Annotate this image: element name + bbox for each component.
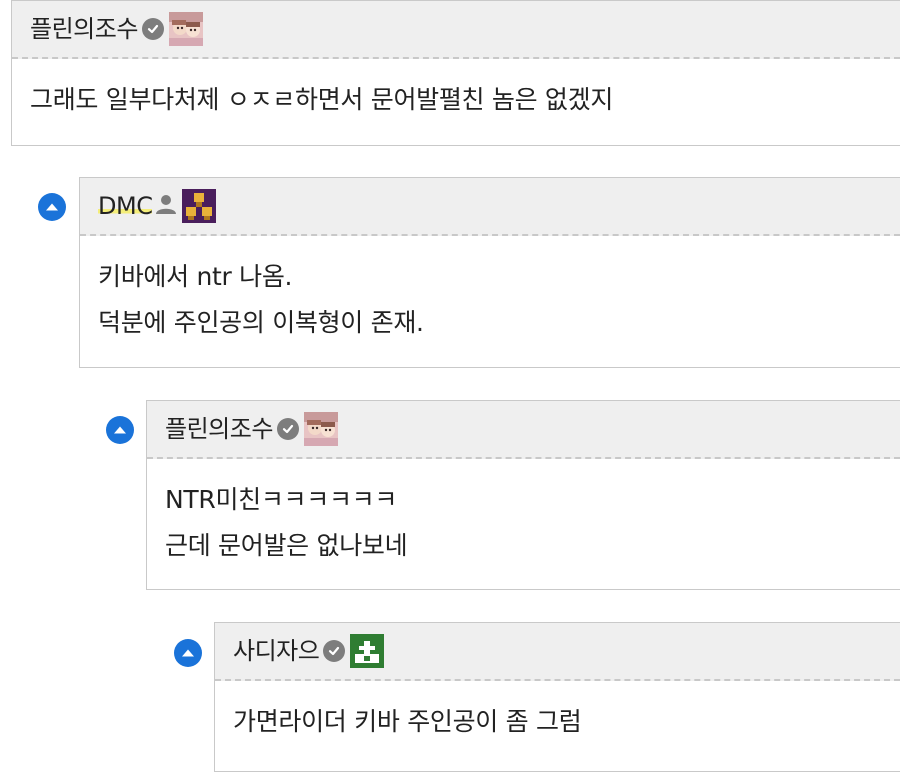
person-icon (155, 193, 177, 219)
comment-card: 플린의조수 그래도 일부다처제 ㅇㅈㄹ하면서 문어발펼친 놈은 없겠지 (11, 0, 900, 146)
comment-body: 그래도 일부다처제 ㅇㅈㄹ하면서 문어발펼친 놈은 없겠지 (12, 59, 900, 123)
anime-girl-avatar[interactable] (303, 412, 338, 446)
collapse-button[interactable] (38, 193, 66, 221)
comment-line: 그래도 일부다처제 ㅇㅈㄹ하면서 문어발펼친 놈은 없겠지 (30, 85, 614, 114)
check-circle-icon (276, 418, 299, 440)
comment-card: DMC 키바에서 ntr 나옴. 덕분에 주인공의 이복형이 존재. (79, 177, 900, 368)
comment-body: 키바에서 ntr 나옴. 덕분에 주인공의 이복형이 존재. (80, 236, 900, 346)
caret-up-icon (182, 649, 194, 657)
comment-body: NTR미친ㅋㅋㅋㅋㅋㅋ 근데 문어발은 없나보네 (147, 459, 900, 569)
comment-header: DMC (80, 178, 900, 236)
check-circle-icon (323, 640, 346, 662)
caret-up-icon (114, 426, 126, 434)
comment-line: 가면라이더 키바 주인공이 좀 그럼 (233, 707, 582, 736)
caret-up-icon (46, 203, 58, 211)
comment-line: NTR미친ㅋㅋㅋㅋㅋㅋ (165, 485, 398, 514)
comment-card: 사디자으 가면라이더 키바 주인공이 좀 그럼 (214, 622, 900, 772)
check-circle-icon (141, 18, 164, 40)
comment-header: 플린의조수 (147, 401, 900, 459)
anime-girl-avatar[interactable] (168, 12, 203, 46)
comment-card: 플린의조수 NTR미친ㅋㅋㅋㅋㅋㅋ 근데 문어발은 없나보네 (146, 400, 900, 590)
comment-author[interactable]: 사디자으 (233, 639, 320, 663)
comment-header: 플린의조수 (12, 1, 900, 59)
comment-body: 가면라이더 키바 주인공이 좀 그럼 (215, 681, 900, 745)
comment-author[interactable]: 플린의조수 (165, 417, 273, 441)
comment-line: 덕분에 주인공의 이복형이 존재. (98, 308, 424, 337)
comment-author[interactable]: DMC (98, 194, 153, 218)
pixel-pyramid-avatar[interactable] (182, 189, 217, 223)
collapse-button[interactable] (174, 639, 202, 667)
comment-line: 키바에서 ntr 나옴. (98, 262, 293, 291)
pixel-green-avatar[interactable] (350, 634, 385, 668)
comment-author[interactable]: 플린의조수 (30, 17, 138, 41)
comment-line: 근데 문어발은 없나보네 (165, 531, 408, 560)
comment-header: 사디자으 (215, 623, 900, 681)
collapse-button[interactable] (106, 416, 134, 444)
